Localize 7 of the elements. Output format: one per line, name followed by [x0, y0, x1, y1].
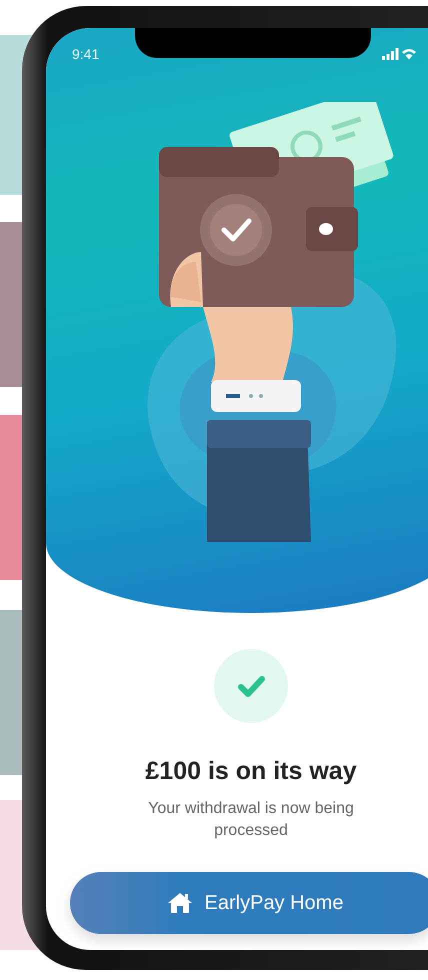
confirmation-title: £100 is on its way — [145, 757, 357, 786]
home-icon — [166, 892, 193, 914]
signal-wifi-icon — [382, 48, 416, 60]
checkmark-icon — [214, 649, 288, 723]
status-time: 9:41 — [72, 46, 100, 62]
confirmation-message: Your withdrawal is now being processed — [147, 799, 355, 841]
home-button[interactable]: EarlyPay Home — [70, 872, 428, 934]
